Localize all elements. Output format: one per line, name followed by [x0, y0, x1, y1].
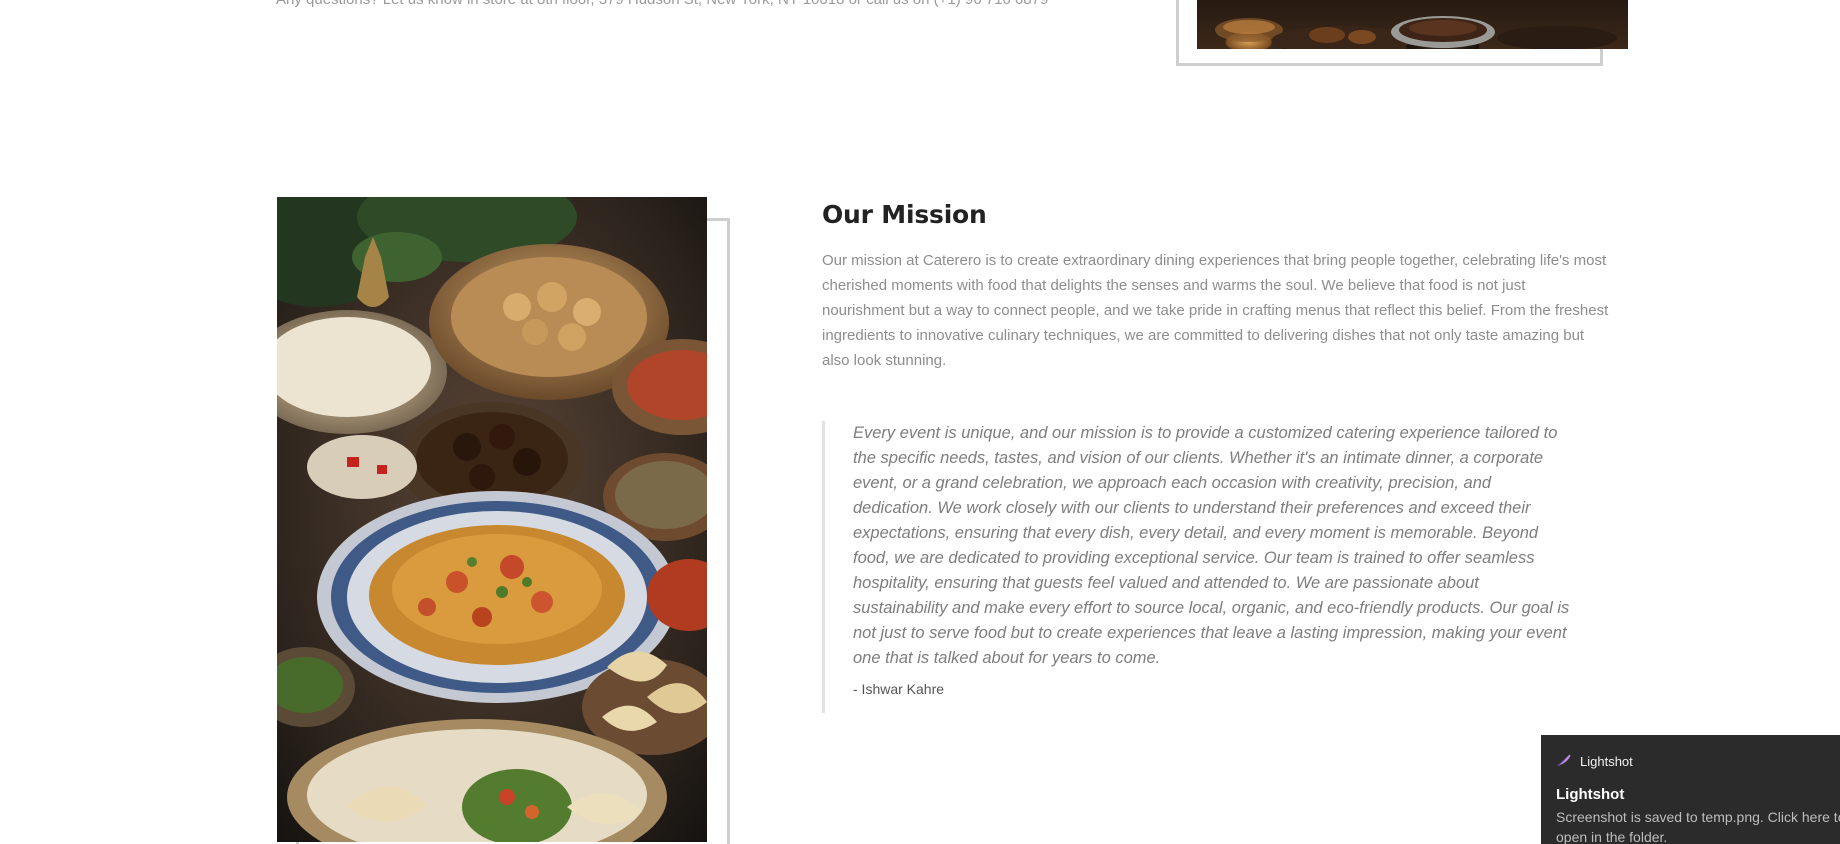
top-food-image — [1197, 0, 1628, 49]
notification-message[interactable]: Screenshot is saved to temp.png. Click h… — [1556, 807, 1840, 844]
lightshot-notification[interactable]: Lightshot Lightshot Screenshot is saved … — [1541, 735, 1840, 844]
quote-text: Every event is unique, and our mission i… — [853, 424, 1570, 667]
feather-icon — [1556, 752, 1572, 771]
contact-info-text: Any questions? Let us know in store at 8… — [276, 0, 1048, 8]
mission-food-image — [277, 197, 707, 842]
quote-author: - Ishwar Kahre — [853, 681, 945, 697]
notification-app-name: Lightshot — [1580, 754, 1633, 769]
notification-header: Lightshot — [1556, 752, 1633, 771]
page: Any questions? Let us know in store at 8… — [0, 0, 1840, 844]
mission-heading: Our Mission — [822, 200, 987, 229]
notification-title: Lightshot — [1556, 786, 1625, 803]
mission-paragraph: Our mission at Caterero is to create ext… — [822, 252, 1609, 369]
mission-quote: Every event is unique, and our mission i… — [822, 421, 1580, 713]
